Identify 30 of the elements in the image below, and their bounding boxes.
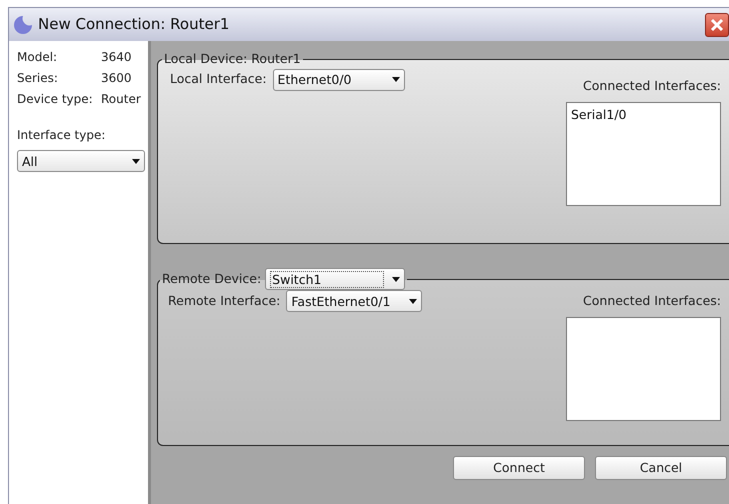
field-label: Connected Interfaces: [583, 292, 721, 310]
info-label: Model: [17, 49, 58, 66]
caret-icon [409, 298, 418, 304]
info-value: Router [101, 91, 141, 108]
info-label: Series: [17, 70, 59, 87]
local-interface-dropdown[interactable]: Ethernet0/0 [272, 68, 405, 91]
field-label: Connected Interfaces: [583, 76, 721, 95]
close-icon [710, 18, 724, 32]
interfaces-list[interactable] [566, 316, 721, 421]
group-title: Remote Device: [162, 270, 262, 288]
field-label: Local Interface: [170, 70, 267, 88]
dialog-button[interactable]: Cancel [595, 456, 727, 480]
dialog-button[interactable]: Connect [453, 456, 585, 480]
info-label: Device type: [17, 91, 94, 108]
interfaces-list[interactable]: Serial1/0 [566, 102, 721, 206]
info-value: 3600 [101, 70, 132, 87]
group-title: Local Device: Router1 [163, 50, 302, 68]
caret-icon [132, 158, 140, 164]
list-item[interactable]: Serial1/0 [571, 106, 716, 122]
app-logo-icon [13, 14, 33, 34]
remote-interface-dropdown[interactable]: FastEthernet0/1 [286, 290, 422, 312]
interface-type-dropdown[interactable]: All [17, 150, 145, 172]
caret-icon [392, 77, 400, 82]
close-button[interactable] [705, 12, 729, 36]
caret-icon [392, 276, 400, 282]
info-value: 3640 [101, 49, 132, 66]
remote-device-dropdown[interactable]: Switch1 [265, 268, 406, 290]
window-title: New Connection: Router1 [38, 14, 230, 36]
field-label: Remote Interface: [168, 292, 280, 310]
interface-type-label: Interface type: [17, 127, 106, 144]
